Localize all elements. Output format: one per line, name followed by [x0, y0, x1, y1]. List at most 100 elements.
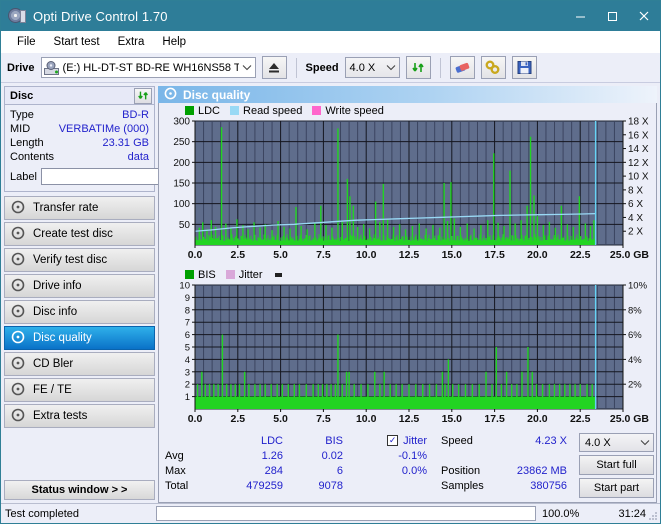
ldc-chart-block: LDC Read speed Write speed 50 100 150 200 25…	[159, 103, 656, 265]
toolbar-separator-2	[439, 57, 441, 78]
svg-text:0.0: 0.0	[188, 249, 203, 261]
stats-table: LDC BIS ✓ Jitter Avg 1.26 0.02 -0.1% Max…	[165, 433, 427, 498]
stats-label-total: Total	[165, 479, 189, 492]
svg-text:16 X: 16 X	[628, 130, 649, 141]
disc-contents-label: Contents	[10, 151, 55, 163]
tools-button[interactable]	[480, 56, 506, 79]
sidebar-item-label: Disc info	[33, 306, 78, 318]
jitter-checkbox[interactable]: ✓	[387, 435, 399, 446]
stats-header-row: LDC BIS ✓ Jitter	[165, 433, 427, 448]
svg-text:25.0 GB: 25.0 GB	[610, 413, 650, 425]
svg-text:10.0: 10.0	[356, 249, 377, 261]
menu-extra[interactable]: Extra	[110, 33, 153, 51]
legend-label-write-speed: Write speed	[325, 104, 384, 117]
measure-row-speed: Speed 4.23 X	[441, 433, 567, 448]
svg-text:25.0 GB: 25.0 GB	[610, 249, 650, 261]
start-full-button[interactable]: Start full	[579, 455, 654, 475]
menu-start-test[interactable]: Start test	[46, 33, 108, 51]
ldc-plot-svg: 50 100 150 200 250 300 2 X 4 X 6 X 8 X 10 X 12 X 14 …	[173, 117, 650, 261]
stats-max-bis: 6	[336, 464, 343, 477]
disc-quality-icon	[164, 87, 177, 103]
svg-text:4: 4	[185, 355, 190, 366]
disc-icon	[11, 382, 25, 399]
sidebar-item-cd-bler[interactable]: CD Bler	[4, 352, 155, 376]
bis-plot-svg: 12 345 67 8910 2% 4% 6% 8% 10% 0.0 2.5 5.0 7.5 10.0 12…	[179, 281, 650, 425]
refresh-button[interactable]	[405, 56, 431, 79]
disc-info-panel: Type BD-R MID VERBATIMe (000) Length 23.…	[4, 105, 244, 192]
window-controls	[564, 1, 660, 31]
svg-text:9: 9	[185, 293, 190, 304]
svg-text:20.0: 20.0	[527, 249, 548, 261]
status-window-button[interactable]: Status window > >	[4, 480, 155, 500]
svg-text:10: 10	[179, 281, 190, 292]
disc-row-type: Type BD-R	[10, 108, 149, 122]
drive-value: (E:) HL-DT-ST BD-RE WH16NS58 TST4	[62, 61, 239, 74]
close-button[interactable]	[628, 1, 660, 31]
svg-text:18 X: 18 X	[628, 117, 649, 128]
svg-text:2.5: 2.5	[230, 413, 245, 425]
svg-text:300: 300	[173, 117, 190, 128]
body-area: Disc Type BD-R MID VERBATIMe (000) Lengt…	[1, 83, 660, 503]
sidebar-item-drive-info[interactable]: Drive info	[4, 274, 155, 298]
legend-label-bis: BIS	[198, 268, 216, 281]
stats-max-jitter: 0.0%	[401, 464, 427, 477]
sidebar-item-transfer-rate[interactable]: Transfer rate	[4, 196, 155, 220]
disc-icon	[11, 356, 25, 373]
drive-select[interactable]: (E:) HL-DT-ST BD-RE WH16NS58 TST4	[40, 57, 256, 78]
svg-text:6%: 6%	[628, 330, 642, 341]
svg-text:3: 3	[185, 367, 190, 378]
samples-key: Samples	[441, 479, 484, 492]
disc-length-value: 23.31 GB	[102, 137, 149, 149]
svg-text:1: 1	[185, 392, 190, 403]
chevron-down-icon	[383, 63, 399, 73]
measure-row-spacer	[441, 448, 567, 463]
start-part-button[interactable]: Start part	[579, 478, 654, 498]
maximize-button[interactable]	[596, 1, 628, 31]
svg-text:8: 8	[185, 305, 190, 316]
sidebar-item-disc-quality[interactable]: Disc quality	[4, 326, 155, 350]
svg-text:20.0: 20.0	[527, 413, 548, 425]
eject-button[interactable]	[261, 56, 287, 79]
resize-grip[interactable]	[648, 511, 658, 521]
stats-header-bis: BIS	[325, 434, 343, 447]
menu-help[interactable]: Help	[154, 33, 194, 51]
progress-percent: 100.0%	[542, 507, 580, 520]
charts-container: LDC Read speed Write speed 50 100 150 200 25…	[158, 103, 657, 503]
svg-text:12.5: 12.5	[399, 249, 420, 261]
stats-avg-bis: 0.02	[321, 449, 343, 462]
minimize-button[interactable]	[564, 1, 596, 31]
disc-icon	[11, 226, 25, 243]
disc-label-row: Label	[10, 167, 244, 186]
erase-button[interactable]	[449, 56, 475, 79]
stats-panel: LDC BIS ✓ Jitter Avg 1.26 0.02 -0.1% Max…	[159, 429, 656, 500]
legend-swatch-read-speed	[230, 106, 240, 115]
sidebar-item-label: Extra tests	[33, 410, 88, 422]
save-button[interactable]	[511, 56, 537, 79]
svg-text:8%: 8%	[628, 305, 642, 316]
stats-row-avg: Avg 1.26 0.02 -0.1%	[165, 448, 427, 463]
sidebar: Disc Type BD-R MID VERBATIMe (000) Lengt…	[1, 83, 244, 503]
test-speed-select[interactable]: 4.0 X	[579, 433, 654, 452]
sidebar-item-fe-te[interactable]: FE / TE	[4, 378, 155, 402]
speed-select[interactable]: 4.0 X	[344, 57, 400, 78]
sidebar-item-extra-tests[interactable]: Extra tests	[4, 404, 155, 428]
sidebar-item-create-test-disc[interactable]: Create test disc	[4, 222, 155, 246]
sidebar-item-label: Disc quality	[33, 332, 92, 344]
svg-text:7.5: 7.5	[316, 249, 331, 261]
svg-text:15.0: 15.0	[442, 249, 463, 261]
svg-text:0.0: 0.0	[188, 413, 203, 425]
sidebar-item-verify-test-disc[interactable]: Verify test disc	[4, 248, 155, 272]
svg-text:10 X: 10 X	[628, 172, 649, 183]
menu-file[interactable]: File	[9, 33, 44, 51]
content-area: Disc quality LDC Read speed Write speed …	[158, 83, 660, 503]
disc-icon	[11, 330, 25, 347]
legend-label-read-speed: Read speed	[243, 104, 303, 117]
sidebar-item-disc-info[interactable]: Disc info	[4, 300, 155, 324]
disc-mid-label: MID	[10, 123, 31, 135]
disc-icon	[11, 304, 25, 321]
disc-refresh-button[interactable]	[134, 87, 152, 104]
sidebar-item-label: FE / TE	[33, 384, 72, 396]
speed-measured-value: 4.23 X	[535, 434, 567, 447]
legend-swatch-jitter	[225, 270, 235, 279]
bis-chart-block: BIS Jitter 1 2 3 4 5 6 7 8 9 10 2% 4% 6% 8% 10% 0.0 2.5 5…	[159, 267, 656, 429]
